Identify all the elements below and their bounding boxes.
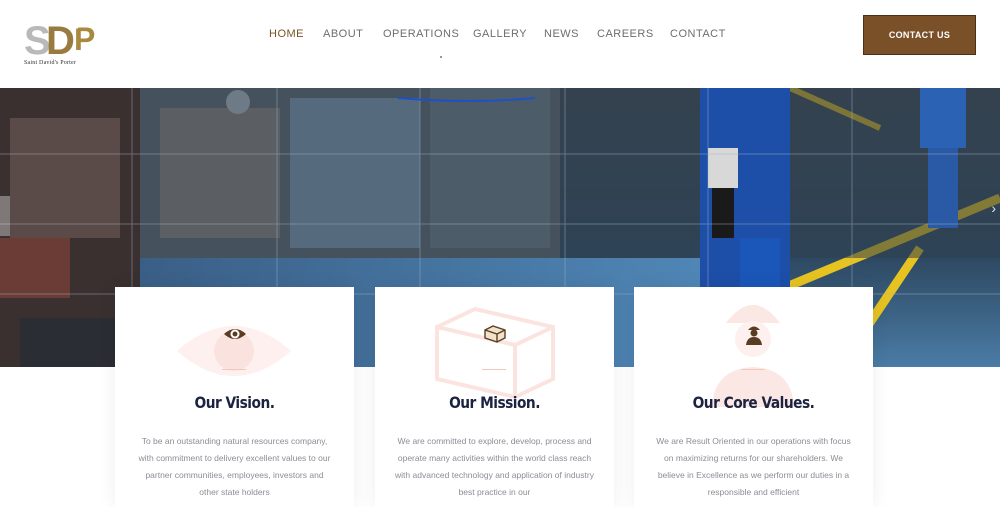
vision-card: Our Vision. To be an outstanding natural… [115, 287, 354, 507]
card-title: Our Core Values. [692, 393, 815, 412]
core-values-card: Our Core Values. We are Result Oriented … [634, 287, 873, 507]
bricks-watermark-icon [435, 306, 555, 400]
logo-tagline: Saint David's Porter [24, 60, 77, 66]
nav-contact[interactable]: CONTACT [670, 28, 726, 40]
svg-text:P: P [74, 21, 95, 57]
card-title: Our Mission. [449, 393, 540, 412]
nav-operations[interactable]: OPERATIONS [383, 28, 459, 40]
nav-about[interactable]: ABOUT [323, 28, 363, 40]
mission-card: Our Mission. We are committed to explore… [375, 287, 614, 507]
card-divider [222, 369, 246, 370]
worker-watermark-icon [712, 305, 794, 407]
site-logo[interactable]: S D P Saint David's Porter [24, 18, 104, 70]
slider-next-arrow-icon[interactable]: › [991, 200, 996, 216]
eye-watermark-icon [177, 326, 291, 376]
contact-us-button[interactable]: CONTACT US [863, 15, 976, 55]
worker-icon [746, 326, 762, 345]
card-text: We are committed to explore, develop, pr… [395, 436, 594, 497]
bricks-icon [484, 325, 506, 343]
logo-mark: S D P [24, 19, 95, 63]
nav-gallery[interactable]: GALLERY [473, 28, 527, 40]
card-title: Our Vision. [194, 393, 275, 412]
card-divider [741, 369, 765, 370]
nav-home[interactable]: HOME [269, 28, 304, 40]
nav-news[interactable]: NEWS [544, 28, 579, 40]
card-text: We are Result Oriented in our operations… [656, 436, 851, 497]
card-divider [482, 369, 506, 370]
nav-careers[interactable]: CAREERS [597, 28, 654, 40]
nav-indicator-dot [440, 56, 442, 58]
card-text: To be an outstanding natural resources c… [138, 436, 331, 497]
site-header: S D P Saint David's Porter HOME ABOUT OP… [0, 0, 1000, 88]
eye-icon [224, 329, 246, 339]
slider-prev-handle[interactable] [0, 196, 10, 236]
